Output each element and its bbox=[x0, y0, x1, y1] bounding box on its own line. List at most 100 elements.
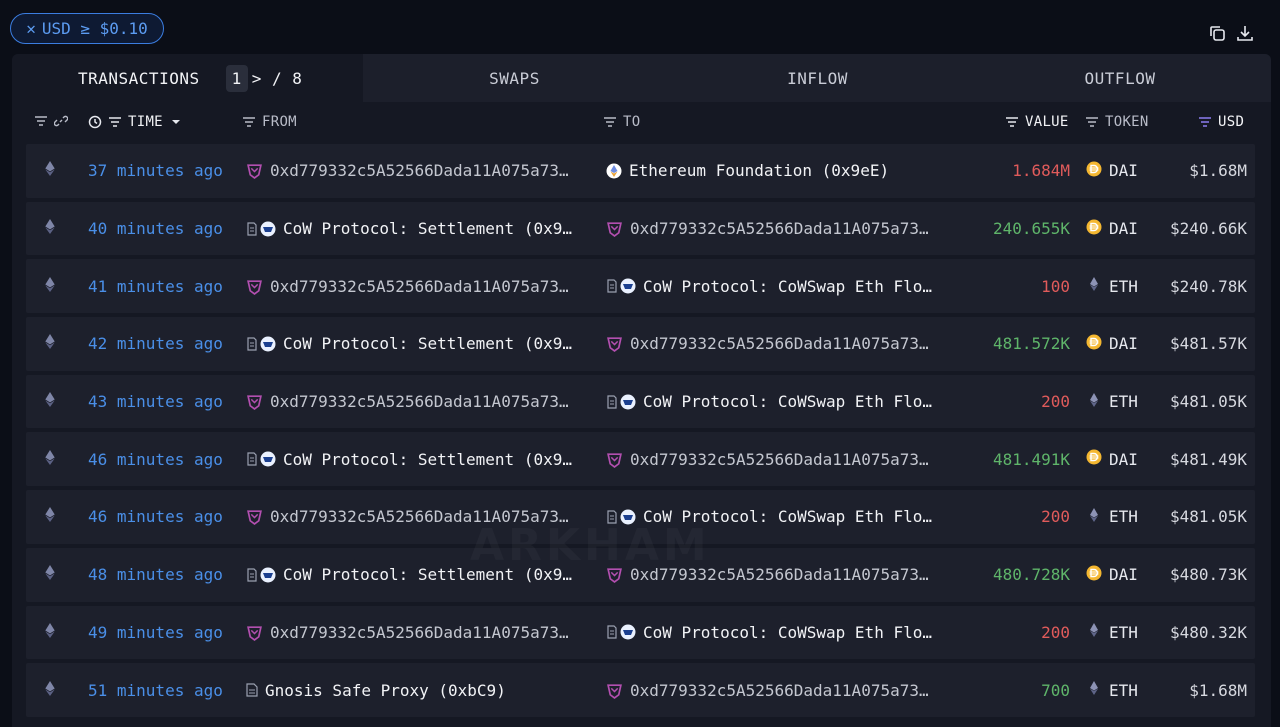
from-address[interactable]: CoW Protocol: Settlement (0x9… bbox=[246, 315, 591, 373]
token-cell[interactable]: DAI bbox=[1086, 430, 1138, 488]
from-address[interactable]: 0xd779332c5A52566Dada11A075a73… bbox=[246, 604, 591, 662]
table-row[interactable]: 51 minutes ago Gnosis Safe Proxy (0xbC9)… bbox=[26, 661, 1255, 719]
to-label[interactable]: CoW Protocol: CoWSwap Eth Flo… bbox=[643, 277, 932, 296]
to-address[interactable]: CoW Protocol: CoWSwap Eth Flo… bbox=[606, 257, 962, 315]
from-label[interactable]: 0xd779332c5A52566Dada11A075a73… bbox=[270, 161, 569, 180]
table-row[interactable]: 48 minutes ago CoW Protocol: Settlement … bbox=[26, 546, 1255, 604]
to-address[interactable]: 0xd779332c5A52566Dada11A075a73… bbox=[606, 200, 962, 258]
from-label[interactable]: 0xd779332c5A52566Dada11A075a73… bbox=[270, 277, 569, 296]
table-row[interactable]: 41 minutes ago 0xd779332c5A52566Dada11A0… bbox=[26, 257, 1255, 315]
from-label[interactable]: 0xd779332c5A52566Dada11A075a73… bbox=[270, 392, 569, 411]
time-link[interactable]: 48 minutes ago bbox=[88, 546, 223, 604]
from-label[interactable]: Gnosis Safe Proxy (0xbC9) bbox=[265, 681, 506, 700]
from-label[interactable]: 0xd779332c5A52566Dada11A075a73… bbox=[270, 507, 569, 526]
table-row[interactable]: 40 minutes ago CoW Protocol: Settlement … bbox=[26, 200, 1255, 258]
tab-outflow[interactable]: OUTFLOW bbox=[969, 54, 1271, 102]
token-cell[interactable]: ETH bbox=[1086, 604, 1138, 662]
ethereum-token-icon bbox=[1086, 392, 1102, 412]
time-link[interactable]: 37 minutes ago bbox=[88, 142, 223, 200]
time-link[interactable]: 42 minutes ago bbox=[88, 315, 223, 373]
token-cell[interactable]: DAI bbox=[1086, 200, 1138, 258]
token-cell[interactable]: ETH bbox=[1086, 661, 1138, 719]
to-address[interactable]: Ethereum Foundation (0x9eE) bbox=[606, 142, 962, 200]
from-address[interactable]: 0xd779332c5A52566Dada11A075a73… bbox=[246, 373, 591, 431]
tab-swaps[interactable]: SWAPS bbox=[363, 54, 666, 102]
filter-icon[interactable] bbox=[1085, 115, 1099, 129]
ethereum-icon bbox=[45, 392, 55, 411]
usd-column-header[interactable]: USD bbox=[1198, 114, 1244, 130]
time-link[interactable]: 51 minutes ago bbox=[88, 661, 223, 719]
token-symbol: DAI bbox=[1109, 219, 1138, 239]
filter-icon[interactable] bbox=[1198, 115, 1212, 129]
to-label[interactable]: Ethereum Foundation (0x9eE) bbox=[629, 161, 889, 180]
to-address[interactable]: 0xd779332c5A52566Dada11A075a73… bbox=[606, 661, 962, 719]
to-address[interactable]: 0xd779332c5A52566Dada11A075a73… bbox=[606, 430, 962, 488]
tab-inflow[interactable]: INFLOW bbox=[666, 54, 969, 102]
filter-icon[interactable] bbox=[242, 115, 256, 129]
page-number[interactable]: 1 bbox=[225, 64, 248, 92]
time-link[interactable]: 49 minutes ago bbox=[88, 604, 223, 662]
from-label[interactable]: CoW Protocol: Settlement (0x9… bbox=[283, 219, 572, 238]
to-label[interactable]: CoW Protocol: CoWSwap Eth Flo… bbox=[643, 507, 932, 526]
value-amount: 200 bbox=[1041, 507, 1070, 527]
token-cell[interactable]: ETH bbox=[1086, 488, 1138, 546]
from-address[interactable]: 0xd779332c5A52566Dada11A075a73… bbox=[246, 488, 591, 546]
token-cell[interactable]: ETH bbox=[1086, 257, 1138, 315]
filter-icon[interactable] bbox=[603, 115, 617, 129]
token-cell[interactable]: ETH bbox=[1086, 373, 1138, 431]
to-label[interactable]: 0xd779332c5A52566Dada11A075a73… bbox=[630, 565, 929, 584]
from-label[interactable]: CoW Protocol: Settlement (0x9… bbox=[283, 450, 572, 469]
filter-icon[interactable] bbox=[34, 114, 48, 128]
to-address[interactable]: CoW Protocol: CoWSwap Eth Flo… bbox=[606, 488, 962, 546]
table-row[interactable]: 49 minutes ago 0xd779332c5A52566Dada11A0… bbox=[26, 604, 1255, 662]
token-cell[interactable]: DAI bbox=[1086, 315, 1138, 373]
from-address[interactable]: 0xd779332c5A52566Dada11A075a73… bbox=[246, 142, 591, 200]
usd-filter-chip[interactable]: ✕ USD ≥ $0.10 bbox=[10, 13, 164, 44]
sort-down-icon[interactable] bbox=[169, 115, 183, 129]
time-column-header[interactable]: TIME bbox=[88, 114, 183, 130]
table-row[interactable]: 46 minutes ago 0xd779332c5A52566Dada11A0… bbox=[26, 488, 1255, 546]
time-link[interactable]: 46 minutes ago bbox=[88, 488, 223, 546]
from-address[interactable]: Gnosis Safe Proxy (0xbC9) bbox=[246, 661, 591, 719]
from-label[interactable]: 0xd779332c5A52566Dada11A075a73… bbox=[270, 623, 569, 642]
close-icon[interactable]: ✕ bbox=[26, 19, 36, 38]
value-column-header[interactable]: VALUE bbox=[1005, 114, 1069, 130]
page-next[interactable]: > / 8 bbox=[252, 69, 303, 88]
to-address[interactable]: CoW Protocol: CoWSwap Eth Flo… bbox=[606, 604, 962, 662]
to-label[interactable]: CoW Protocol: CoWSwap Eth Flo… bbox=[643, 623, 932, 642]
chain-filter[interactable] bbox=[34, 114, 68, 128]
to-address[interactable]: CoW Protocol: CoWSwap Eth Flo… bbox=[606, 373, 962, 431]
token-cell[interactable]: DAI bbox=[1086, 142, 1138, 200]
time-link[interactable]: 40 minutes ago bbox=[88, 200, 223, 258]
link-icon[interactable] bbox=[54, 114, 68, 128]
to-label[interactable]: 0xd779332c5A52566Dada11A075a73… bbox=[630, 334, 929, 353]
table-row[interactable]: 46 minutes ago CoW Protocol: Settlement … bbox=[26, 430, 1255, 488]
to-label[interactable]: 0xd779332c5A52566Dada11A075a73… bbox=[630, 450, 929, 469]
token-column-header[interactable]: TOKEN bbox=[1085, 114, 1149, 130]
time-link[interactable]: 41 minutes ago bbox=[88, 257, 223, 315]
from-column-header[interactable]: FROM bbox=[242, 114, 297, 130]
filter-icon[interactable] bbox=[1005, 115, 1019, 129]
table-row[interactable]: 37 minutes ago 0xd779332c5A52566Dada11A0… bbox=[26, 142, 1255, 200]
table-row[interactable]: 43 minutes ago 0xd779332c5A52566Dada11A0… bbox=[26, 373, 1255, 431]
token-cell[interactable]: DAI bbox=[1086, 546, 1138, 604]
to-address[interactable]: 0xd779332c5A52566Dada11A075a73… bbox=[606, 315, 962, 373]
to-label[interactable]: 0xd779332c5A52566Dada11A075a73… bbox=[630, 219, 929, 238]
to-label[interactable]: 0xd779332c5A52566Dada11A075a73… bbox=[630, 681, 929, 700]
to-column-header[interactable]: TO bbox=[603, 114, 640, 130]
download-icon[interactable] bbox=[1236, 24, 1254, 42]
from-address[interactable]: CoW Protocol: Settlement (0x9… bbox=[246, 546, 591, 604]
from-address[interactable]: CoW Protocol: Settlement (0x9… bbox=[246, 200, 591, 258]
from-label[interactable]: CoW Protocol: Settlement (0x9… bbox=[283, 565, 572, 584]
from-address[interactable]: 0xd779332c5A52566Dada11A075a73… bbox=[246, 257, 591, 315]
time-link[interactable]: 46 minutes ago bbox=[88, 430, 223, 488]
filter-icon[interactable] bbox=[108, 115, 122, 129]
tab-transactions[interactable]: TRANSACTIONS 1 > / 8 bbox=[12, 54, 363, 102]
from-address[interactable]: CoW Protocol: Settlement (0x9… bbox=[246, 430, 591, 488]
table-row[interactable]: 42 minutes ago CoW Protocol: Settlement … bbox=[26, 315, 1255, 373]
from-label[interactable]: CoW Protocol: Settlement (0x9… bbox=[283, 334, 572, 353]
copy-icon[interactable] bbox=[1208, 24, 1226, 42]
to-address[interactable]: 0xd779332c5A52566Dada11A075a73… bbox=[606, 546, 962, 604]
time-link[interactable]: 43 minutes ago bbox=[88, 373, 223, 431]
to-label[interactable]: CoW Protocol: CoWSwap Eth Flo… bbox=[643, 392, 932, 411]
